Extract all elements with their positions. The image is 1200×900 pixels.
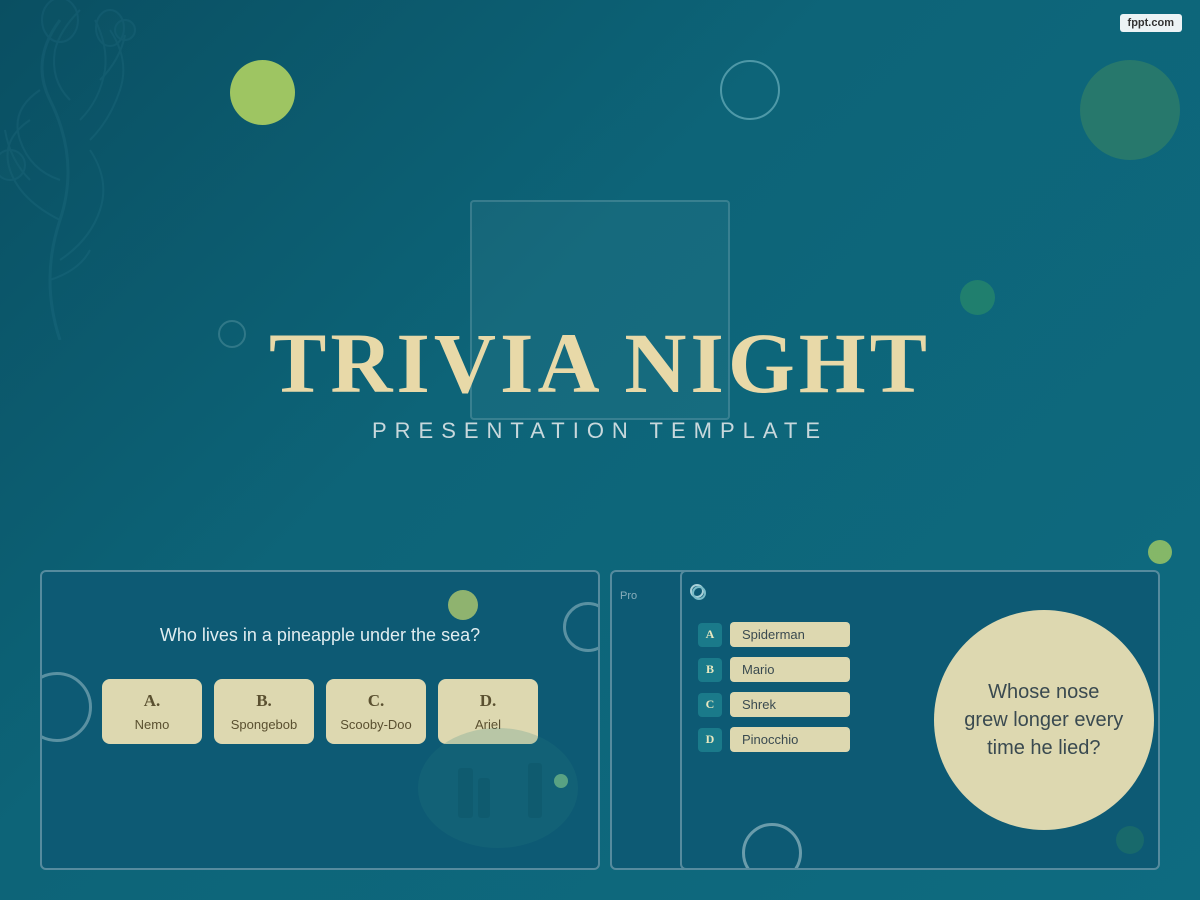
- slide2-question-text: Whose nose grew longer every time he lie…: [964, 678, 1124, 762]
- slides-preview-container: Who lives in a pineapple under the sea? …: [40, 570, 1160, 870]
- answer-letter-b: B.: [224, 691, 304, 711]
- main-title: TRIVIA NIGHT: [0, 320, 1200, 406]
- decor-circle-lime: [230, 60, 295, 125]
- option-badge-a: A: [698, 623, 722, 647]
- answer-letter-a: A.: [112, 691, 192, 711]
- subtitle: PRESENTATION TEMPLATE: [0, 418, 1200, 444]
- option-badge-c: C: [698, 693, 722, 717]
- slide-preview-2: A Spiderman B Mario C Shrek D Pinocchio …: [680, 570, 1160, 870]
- option-badge-d: D: [698, 728, 722, 752]
- slide1-question: Who lives in a pineapple under the sea?: [42, 572, 598, 669]
- slide-preview-1: Who lives in a pineapple under the sea? …: [40, 570, 600, 870]
- watermark: fppt.com: [1120, 14, 1182, 32]
- answer-text-b: Spongebob: [224, 717, 304, 732]
- slide2-option-b: B Mario: [698, 657, 928, 682]
- option-label-c: Shrek: [730, 692, 850, 717]
- slide2-option-c: C Shrek: [698, 692, 928, 717]
- option-badge-b: B: [698, 658, 722, 682]
- option-label-b: Mario: [730, 657, 850, 682]
- slide2-options-area: A Spiderman B Mario C Shrek D Pinocchio: [682, 572, 944, 868]
- decor-circle-outline-mid: [720, 60, 780, 120]
- slide2-option-a: A Spiderman: [698, 622, 928, 647]
- decor-circle-teal-right: [1080, 60, 1180, 160]
- slide2-option-d: D Pinocchio: [698, 727, 928, 752]
- partial-slide-text: Pro: [620, 590, 637, 602]
- coral-decoration: [0, 0, 220, 340]
- slide-partial-preview: Pro: [610, 570, 690, 870]
- answer-card-b: B. Spongebob: [214, 679, 314, 744]
- answer-text-a: Nemo: [112, 717, 192, 732]
- title-section: TRIVIA NIGHT PRESENTATION TEMPLATE: [0, 320, 1200, 444]
- option-label-d: Pinocchio: [730, 727, 850, 752]
- slide2-question-circle: Whose nose grew longer every time he lie…: [934, 610, 1154, 830]
- s1-circle-yellow: [448, 590, 478, 620]
- slide2-question-area: Whose nose grew longer every time he lie…: [930, 572, 1158, 868]
- slide1-bg-art: [398, 688, 598, 868]
- decor-circle-lime-right-edge: [1148, 540, 1172, 564]
- decor-circle-small-right: [960, 280, 995, 315]
- option-label-a: Spiderman: [730, 622, 850, 647]
- answer-card-a: A. Nemo: [102, 679, 202, 744]
